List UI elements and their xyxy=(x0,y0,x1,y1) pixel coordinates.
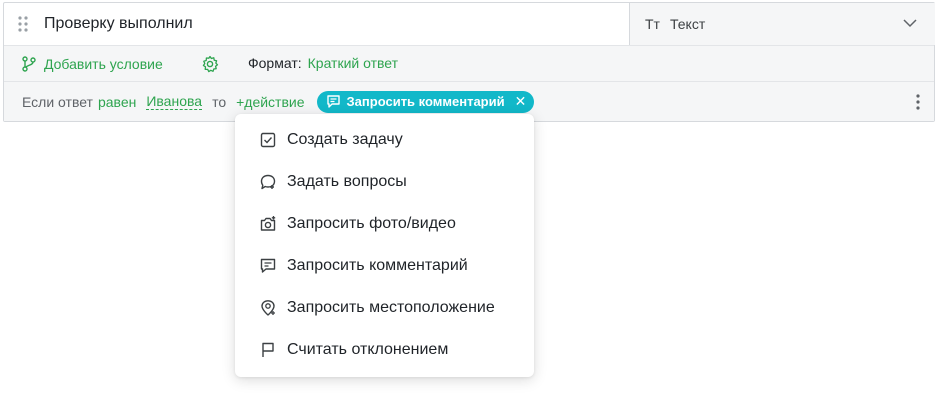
menu-item-label: Запросить местоположение xyxy=(287,299,495,316)
comment-plus-icon xyxy=(260,258,276,273)
flag-icon xyxy=(262,342,274,357)
answer-type-label: Текст xyxy=(670,16,706,32)
menu-item-label: Запросить фото/видео xyxy=(287,215,456,232)
action-chip[interactable]: Запросить комментарий ✕ xyxy=(316,90,535,113)
rule-value-link[interactable]: Иванова xyxy=(146,93,203,110)
rule-then-label: то xyxy=(212,93,227,110)
question-header: Проверку выполнил Tт Текст xyxy=(4,3,935,46)
more-vertical-icon[interactable] xyxy=(916,94,920,110)
location-plus-icon xyxy=(261,300,275,316)
menu-item-label: Запросить комментарий xyxy=(287,257,468,274)
question-title-input[interactable]: Проверку выполнил xyxy=(44,3,629,45)
menu-item-mark-deviation[interactable]: Считать отклонением xyxy=(235,329,534,371)
drag-handle-icon[interactable] xyxy=(16,15,30,33)
rule-operator-link[interactable]: равен xyxy=(98,94,136,110)
menu-item-create-task[interactable]: Создать задачу xyxy=(235,119,534,161)
answer-type-select[interactable]: Tт Текст xyxy=(629,3,935,45)
gear-icon[interactable] xyxy=(201,55,219,73)
question-card: Проверку выполнил Tт Текст Добавить усло… xyxy=(3,2,935,122)
checkbox-icon xyxy=(260,132,276,148)
format-setting: Формат: Краткий ответ xyxy=(248,46,398,81)
action-chip-label: Запросить комментарий xyxy=(346,94,505,109)
text-type-icon: Tт xyxy=(645,16,660,32)
format-label: Формат: xyxy=(248,55,302,71)
menu-item-label: Задать вопросы xyxy=(287,173,407,190)
menu-item-label: Считать отклонением xyxy=(287,341,449,358)
action-dropdown-menu: Создать задачу Задать вопросы Запросить … xyxy=(235,114,534,377)
menu-item-request-photo[interactable]: Запросить фото/видео xyxy=(235,203,534,245)
menu-item-request-location[interactable]: Запросить местоположение xyxy=(235,287,534,329)
question-bubble-icon xyxy=(260,174,276,190)
camera-plus-icon xyxy=(260,216,276,231)
menu-item-ask-questions[interactable]: Задать вопросы xyxy=(235,161,534,203)
branch-icon xyxy=(22,55,36,72)
close-icon[interactable]: ✕ xyxy=(515,93,527,110)
menu-item-label: Создать задачу xyxy=(287,131,403,148)
chevron-down-icon xyxy=(903,19,917,28)
format-value-link[interactable]: Краткий ответ xyxy=(308,55,398,71)
menu-item-request-comment[interactable]: Запросить комментарий xyxy=(235,245,534,287)
add-condition-button[interactable]: Добавить условие xyxy=(22,46,163,81)
add-condition-label: Добавить условие xyxy=(44,55,163,72)
comment-icon xyxy=(326,95,340,108)
add-action-button[interactable]: +действие xyxy=(236,94,304,110)
settings-bar: Добавить условие Формат: Краткий ответ xyxy=(4,46,934,82)
rule-prefix: Если ответ xyxy=(22,93,93,110)
